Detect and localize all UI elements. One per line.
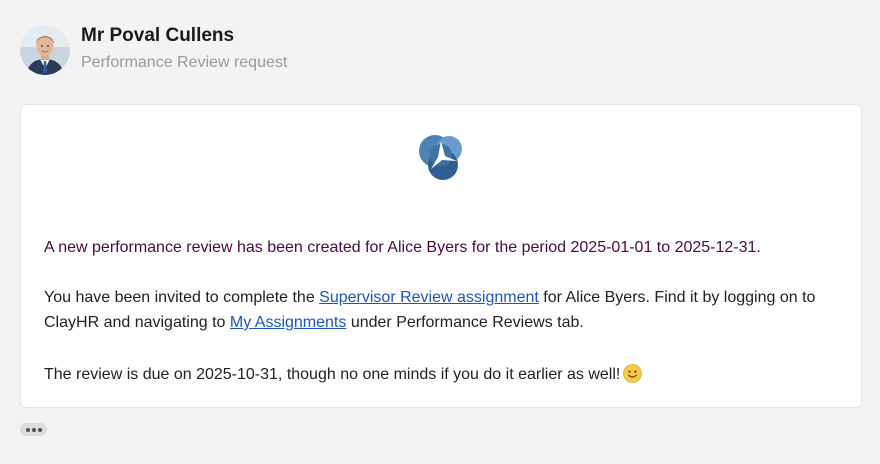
invitation-text-end: under Performance Reviews tab. (346, 314, 584, 331)
avatar-photo (20, 25, 70, 75)
due-date-paragraph: The review is due on 2025-10-31, though … (44, 362, 844, 387)
more-dots-icon (25, 427, 30, 432)
supervisor-review-link[interactable]: Supervisor Review assignment (319, 289, 539, 306)
my-assignments-link[interactable]: My Assignments (230, 314, 346, 331)
invitation-paragraph: You have been invited to complete the Su… (44, 285, 844, 335)
due-date-text: The review is due on 2025-10-31, though … (44, 366, 621, 383)
sender-name[interactable]: Mr Poval Cullens (81, 25, 287, 47)
more-dots-icon (31, 427, 36, 432)
sender-info: Mr Poval Cullens Performance Review requ… (81, 25, 287, 73)
message-body-card: A new performance review has been create… (20, 104, 862, 408)
message-subject: Performance Review request (81, 54, 288, 71)
sender-avatar[interactable] (20, 25, 70, 75)
review-created-notice: A new performance review has been create… (44, 239, 761, 256)
more-dots-icon (37, 427, 42, 432)
show-more-button[interactable] (20, 423, 47, 436)
clayhr-logo-icon (415, 129, 469, 183)
invitation-text-start: You have been invited to complete the (44, 289, 320, 306)
message-header: Mr Poval Cullens Performance Review requ… (20, 25, 287, 75)
slightly-smiling-face-icon (623, 364, 643, 383)
